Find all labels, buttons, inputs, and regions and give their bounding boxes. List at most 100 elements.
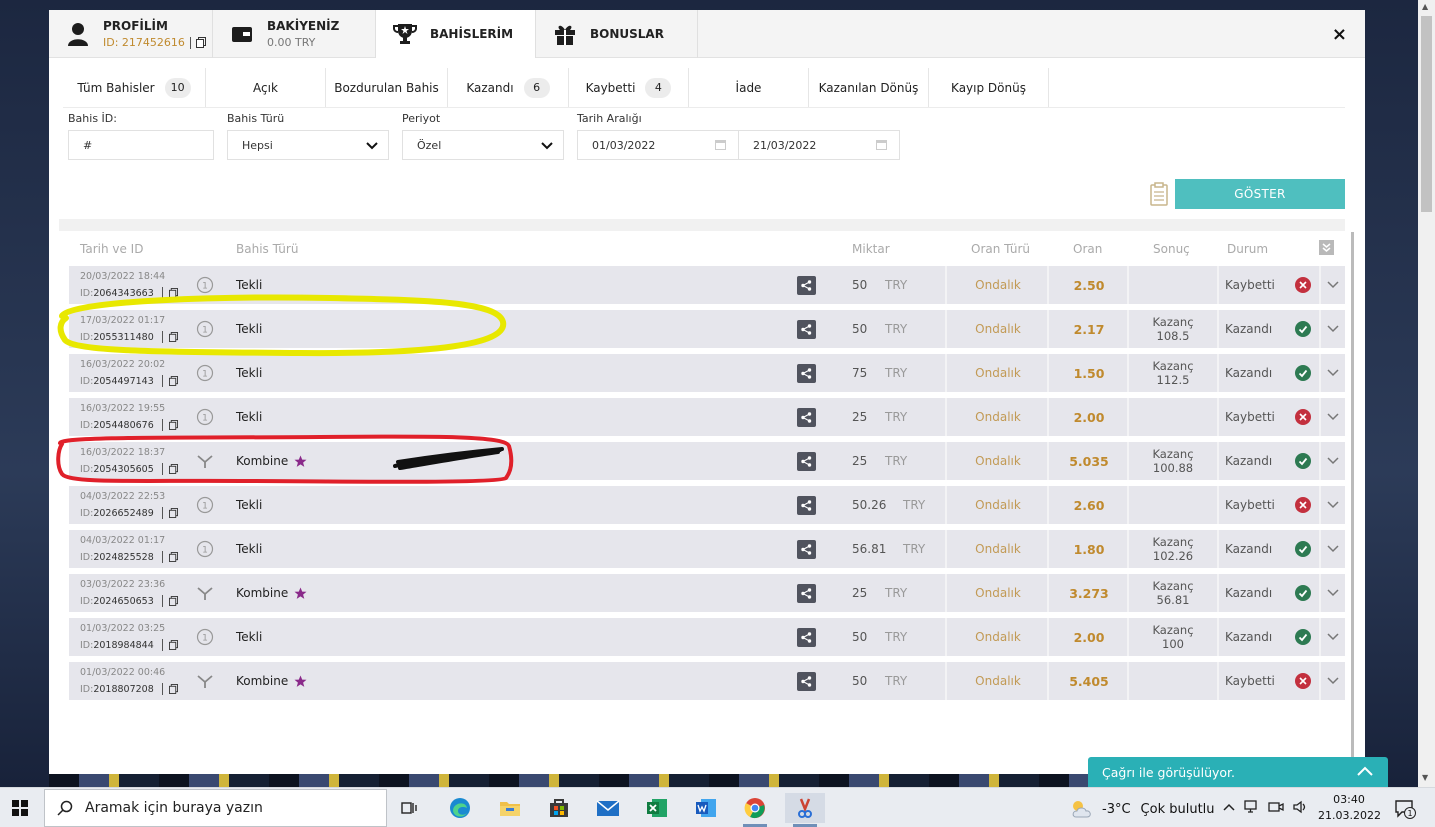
chevron-down-icon[interactable] (1327, 324, 1339, 334)
network-icon[interactable] (1244, 800, 1260, 814)
filter-tab-refund[interactable]: İade (689, 68, 809, 107)
temperature: -3°C (1102, 801, 1131, 817)
table-row[interactable]: 16/03/2022 18:37 ID: 2054305605 Kombine 25 TR… (69, 442, 1345, 480)
share-icon[interactable] (797, 628, 816, 647)
chevron-up-icon[interactable] (1356, 763, 1374, 779)
excel-icon[interactable] (637, 793, 677, 823)
notification-center-icon[interactable]: 1 (1394, 799, 1416, 822)
chevron-down-icon[interactable] (1327, 544, 1339, 554)
chevron-down-icon[interactable] (1327, 588, 1339, 598)
calendar-icon[interactable] (876, 140, 887, 150)
filter-tab-win-return[interactable]: Kazanılan Dönüş (809, 68, 929, 107)
period-select[interactable]: Özel (402, 130, 564, 160)
chevron-down-icon[interactable] (1327, 456, 1339, 466)
share-icon[interactable] (797, 408, 816, 427)
share-icon[interactable] (797, 320, 816, 339)
bet-id-input[interactable]: # (68, 130, 214, 160)
filter-tab-loss-return[interactable]: Kayıp Dönüş (929, 68, 1049, 107)
share-icon[interactable] (797, 276, 816, 295)
chevron-up-icon[interactable] (1222, 801, 1236, 813)
copy-icon[interactable] (168, 508, 178, 518)
share-icon[interactable] (797, 540, 816, 559)
copy-icon[interactable] (168, 464, 178, 474)
date-to-input[interactable]: 21/03/2022 (738, 130, 900, 160)
table-row[interactable]: 20/03/2022 18:44 ID: 2064343663 1 Tekli 50 TRY… (69, 266, 1345, 304)
odds-type: Ondalık (975, 278, 1021, 292)
copy-icon[interactable] (168, 332, 178, 342)
chrome-icon[interactable] (735, 793, 775, 827)
clock[interactable]: 03:40 21.03.2022 (1318, 792, 1381, 824)
bet-result (1131, 662, 1215, 700)
bet-currency: TRY (885, 454, 908, 468)
copy-icon[interactable] (195, 37, 206, 48)
bet-result: Kazanç 102.26 (1131, 530, 1215, 568)
task-view-icon[interactable] (390, 793, 430, 823)
bet-id: ID: 2024825528 (80, 551, 178, 563)
tab-my-bets[interactable]: BAHİSLERİM (376, 10, 536, 58)
table-row[interactable]: 04/03/2022 01:17 ID: 2024825528 1 Tekli 56.81… (69, 530, 1345, 568)
show-button[interactable]: GÖSTER (1175, 179, 1345, 209)
close-icon[interactable]: × (1332, 24, 1347, 45)
copy-icon[interactable] (168, 640, 178, 650)
table-row[interactable]: 01/03/2022 03:25 ID: 2018984844 1 Tekli 50 TRY… (69, 618, 1345, 656)
table-row[interactable]: 03/03/2022 23:36 ID: 2024650653 Kombine 25 TR… (69, 574, 1345, 612)
share-icon[interactable] (797, 364, 816, 383)
copy-icon[interactable] (168, 684, 178, 694)
windows-start-icon[interactable] (12, 800, 28, 816)
file-explorer-icon[interactable] (490, 793, 530, 823)
filter-tab-open[interactable]: Açık (206, 68, 326, 107)
chevron-down-icon[interactable] (1327, 412, 1339, 422)
snipping-tool-icon[interactable] (785, 793, 825, 827)
chevron-down-icon[interactable] (1327, 500, 1339, 510)
chevron-down-icon[interactable] (1327, 368, 1339, 378)
chevron-down-icon[interactable] (1327, 676, 1339, 686)
table-row[interactable]: 04/03/2022 22:53 ID: 2026652489 1 Tekli 50.26… (69, 486, 1345, 524)
bet-date: 01/03/2022 00:46 (80, 667, 166, 678)
edge-icon[interactable] (440, 793, 480, 823)
svg-text:1: 1 (202, 502, 208, 512)
weather-widget[interactable]: -3°C Çok bulutlu (1070, 799, 1215, 819)
scroll-down-arrow-icon[interactable]: ▼ (1422, 773, 1428, 782)
share-icon[interactable] (797, 584, 816, 603)
chevron-down-icon[interactable] (1327, 280, 1339, 290)
share-icon[interactable] (797, 672, 816, 691)
single-bet-icon: 1 (196, 276, 214, 294)
id-prefix: ID: (80, 639, 94, 651)
copy-icon[interactable] (168, 596, 178, 606)
table-row[interactable]: 17/03/2022 01:17 ID: 2055311480 1 Tekli 50 TRY… (69, 310, 1345, 348)
count-badge: 10 (164, 77, 191, 98)
mail-icon[interactable] (588, 793, 628, 823)
filter-tab-cashout[interactable]: Bozdurulan Bahis (326, 68, 448, 107)
share-icon[interactable] (797, 452, 816, 471)
copy-icon[interactable] (168, 552, 178, 562)
date-from-input[interactable]: 01/03/2022 (577, 130, 739, 160)
table-row[interactable]: 16/03/2022 19:55 ID: 2054480676 1 Tekli 25 TRY… (69, 398, 1345, 436)
tab-bonuses[interactable]: BONUSLAR (536, 10, 698, 58)
copy-icon[interactable] (168, 376, 178, 386)
taskbar-search[interactable]: Aramak için buraya yazın (44, 789, 387, 827)
word-icon[interactable] (686, 793, 726, 823)
filter-tab-lost[interactable]: Kaybetti 4 (569, 68, 689, 107)
bet-type-select[interactable]: Hepsi (227, 130, 389, 160)
share-icon[interactable] (797, 496, 816, 515)
calendar-icon[interactable] (715, 140, 726, 150)
camera-icon[interactable] (1268, 800, 1284, 814)
tab-profile[interactable]: PROFİLİM ID: 217452616 (49, 10, 213, 58)
store-icon[interactable] (539, 793, 579, 823)
filter-tab-won[interactable]: Kazandı 6 (448, 68, 569, 107)
expand-all-icon[interactable] (1319, 240, 1334, 255)
table-row[interactable]: 16/03/2022 20:02 ID: 2054497143 1 Tekli 75 TRY… (69, 354, 1345, 392)
scrollbar-thumb[interactable] (1421, 16, 1432, 212)
table-scrollbar[interactable] (1351, 232, 1354, 772)
table-row[interactable]: 01/03/2022 00:46 ID: 2018807208 Kombine 50 TR… (69, 662, 1345, 700)
copy-icon[interactable] (168, 288, 178, 298)
filter-tab-all[interactable]: Tüm Bahisler 10 (63, 68, 206, 107)
chat-widget[interactable]: Çağrı ile görüşülüyor. (1088, 757, 1388, 787)
browser-scrollbar[interactable]: ▲ ▼ (1418, 0, 1435, 787)
report-icon[interactable] (1149, 182, 1169, 206)
copy-icon[interactable] (168, 420, 178, 430)
scroll-up-arrow-icon[interactable]: ▲ (1422, 2, 1428, 11)
tab-balance[interactable]: BAKİYENİZ 0.00 TRY (213, 10, 376, 58)
chevron-down-icon[interactable] (1327, 632, 1339, 642)
volume-icon[interactable] (1292, 800, 1308, 814)
